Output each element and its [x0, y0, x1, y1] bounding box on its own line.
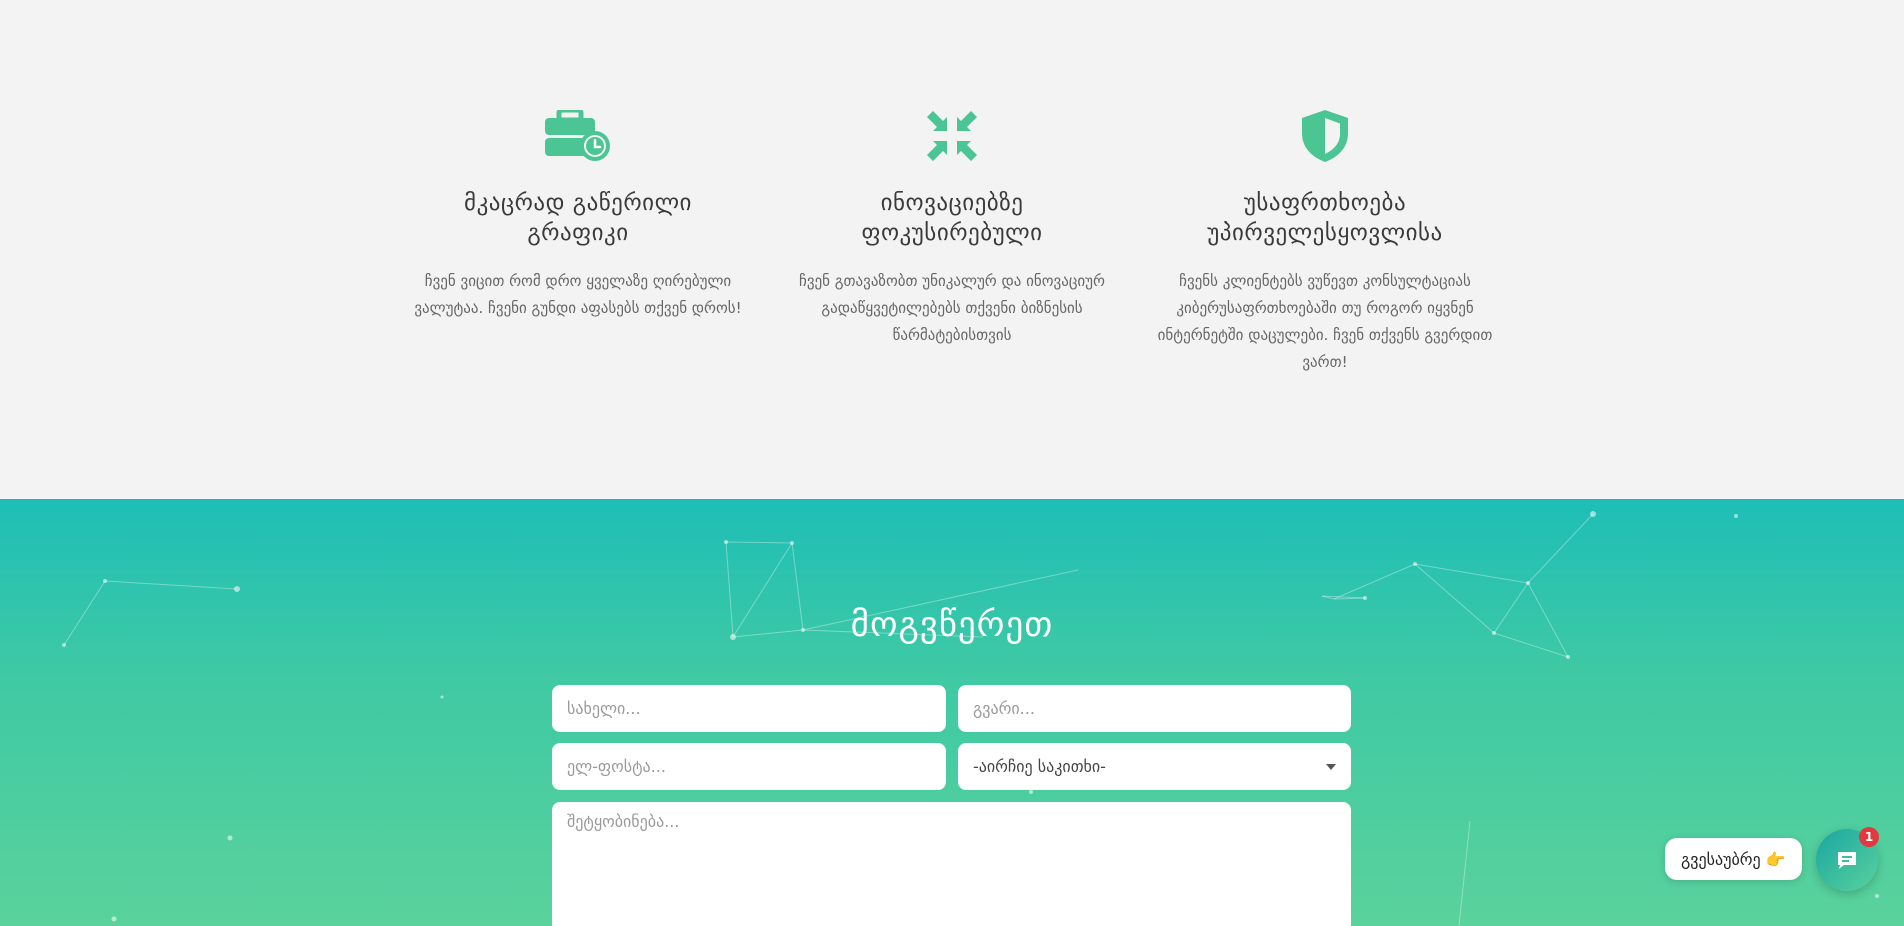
email-input[interactable] [552, 743, 946, 790]
features-section: მკაცრად გაწერილი გრაფიკი ჩვენ ვიცით რომ დ… [0, 0, 1904, 499]
feature-title: ინოვაციებზე ფოკუსირებული [861, 190, 1043, 246]
chat-prompt-label[interactable]: გვესაუბრე 👉 [1665, 838, 1802, 880]
feature-description: ჩვენ ვიცით რომ დრო ყველაზე ღირებული ვალუ… [414, 272, 742, 317]
contact-section: მოგვწერეთ -აირჩიე საკითხი- [0, 499, 1904, 926]
contact-title: მოგვწერეთ [850, 605, 1054, 645]
chat-notification-badge: 1 [1859, 827, 1879, 847]
first-name-input[interactable] [552, 685, 946, 732]
feature-title: უსაფრთხოება უპირველესყოვლისა [1207, 190, 1443, 246]
briefcase-clock-icon [408, 108, 748, 164]
shield-icon [1155, 108, 1495, 164]
last-name-input[interactable] [958, 685, 1351, 732]
chat-bubble-icon [1838, 852, 1856, 869]
feature-innovation: ინოვაციებზე ფოკუსირებული ჩვენ გთავაზობთ უ… [782, 108, 1122, 349]
feature-title: მკაცრად გაწერილი გრაფიკი [464, 190, 692, 246]
message-textarea[interactable] [552, 802, 1351, 926]
topic-select-value: -აირჩიე საკითხი- [973, 757, 1106, 776]
chevron-down-icon [1326, 763, 1336, 770]
feature-schedule: მკაცრად გაწერილი გრაფიკი ჩვენ ვიცით რომ დ… [408, 108, 748, 322]
feature-description: ჩვენს კლიენტებს ვუწევთ კონსულტაციას კიბე… [1157, 272, 1493, 371]
feature-description: ჩვენ გთავაზობთ უნიკალურ და ინოვაციურ გად… [799, 272, 1105, 344]
feature-security: უსაფრთხოება უპირველესყოვლისა ჩვენს კლიენტ… [1155, 108, 1495, 376]
topic-select[interactable]: -აირჩიე საკითხი- [958, 743, 1351, 790]
chat-prompt-text: გვესაუბრე 👉 [1681, 849, 1786, 869]
compress-arrows-icon [782, 108, 1122, 164]
